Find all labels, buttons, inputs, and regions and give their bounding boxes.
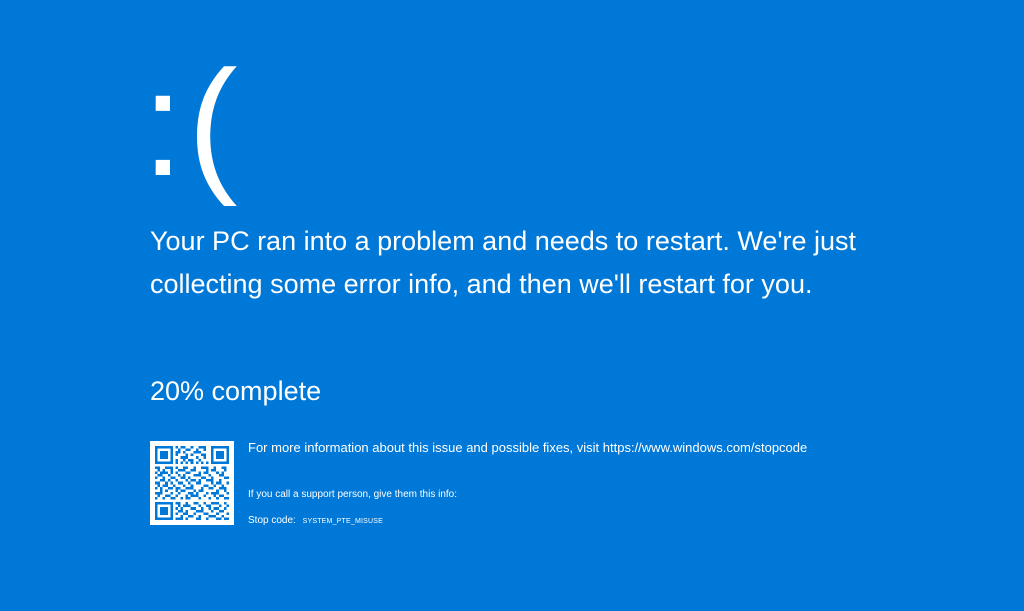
support-info-text: If you call a support person, give them … <box>248 489 457 500</box>
qr-code-icon <box>150 441 234 525</box>
error-info: For more information about this issue an… <box>248 438 1008 526</box>
error-message: Your PC ran into a problem and needs to … <box>150 226 857 299</box>
stop-code-label: Stop code: <box>248 515 296 526</box>
sad-face-emoticon: :( <box>142 39 242 207</box>
stop-code-value: SYSTEM_PTE_MISUSE <box>302 518 384 525</box>
progress-text: 20% complete <box>150 376 322 406</box>
more-info-text: For more information about this issue an… <box>248 440 808 455</box>
stop-code-line: Stop code: SYSTEM_PTE_MISUSE <box>248 514 383 529</box>
bsod-screen: :( Your PC ran into a problem and needs … <box>0 0 1024 611</box>
